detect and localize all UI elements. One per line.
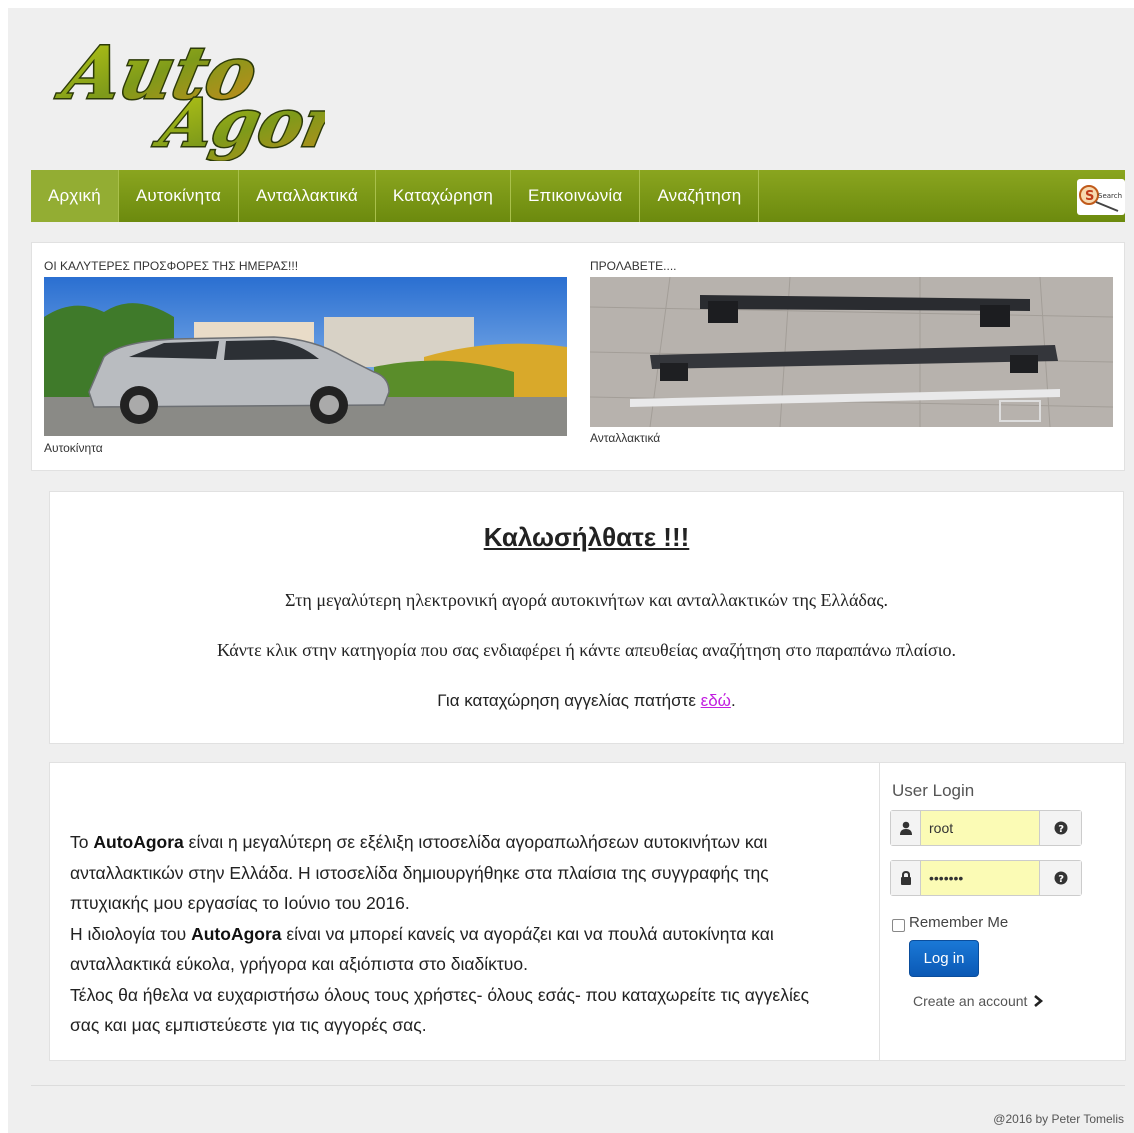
nav-item-post-ad[interactable]: Καταχώρηση <box>376 170 511 222</box>
nav-item-home[interactable]: Αρχική <box>31 170 119 222</box>
about-p3: Τέλος θα ήθελα να ευχαριστήσω όλους τους… <box>70 984 810 1036</box>
create-account-link[interactable]: Create an account <box>913 993 1045 1009</box>
logo-graphic: Auto Agora <box>49 30 391 163</box>
about-panel: Το AutoAgora είναι η μεγαλύτερη σε εξέλι… <box>49 762 1126 1061</box>
offers-left-title: ΟΙ ΚΑΛΥΤΕΡΕΣ ΠΡΟΣΦΟΡΕΣ ΤΗΣ ΗΜΕΡΑΣ!!! <box>44 259 299 273</box>
nav-item-search[interactable]: Αναζήτηση <box>640 170 760 222</box>
offers-panel: ΟΙ ΚΑΛΥΤΕΡΕΣ ΠΡΟΣΦΟΡΕΣ ΤΗΣ ΗΜΕΡΑΣ!!! Αυτ… <box>31 242 1125 471</box>
offers-right-title: ΠΡΟΛΑΒΕΤΕ.... <box>590 259 677 273</box>
lock-icon <box>891 861 921 895</box>
chevron-right-icon <box>1034 995 1044 1007</box>
welcome-line-1: Στη μεγαλύτερη ηλεκτρονική αγορά αυτοκιν… <box>285 590 888 610</box>
footer-text: @2016 by Peter Tomelis <box>993 1112 1124 1126</box>
about-p2-prefix: Η ιδιολογία του <box>70 923 192 944</box>
svg-text:?: ? <box>1058 874 1064 885</box>
search-icon: S Search <box>1079 185 1122 212</box>
user-icon <box>891 811 921 845</box>
login-title: User Login <box>892 781 975 800</box>
welcome-line-2: Κάντε κλικ στην κατηγορία που σας ενδιαφ… <box>216 640 957 660</box>
parts-image[interactable] <box>590 277 1113 427</box>
site-logo[interactable]: Auto Agora <box>49 16 391 163</box>
nav-item-contact[interactable]: Επικοινωνία <box>511 170 641 222</box>
password-field[interactable]: ••••••• ? <box>890 860 1082 896</box>
footer-divider <box>31 1085 1125 1086</box>
welcome-line-3-prefix: Για καταχώρηση αγγελίας πατήστε <box>437 691 701 710</box>
post-ad-link[interactable]: εδώ <box>701 691 731 710</box>
welcome-panel: Καλωσήλθατε !!! Στη μεγαλύτερη ηλεκτρονι… <box>49 491 1124 744</box>
welcome-line-3: Για καταχώρηση αγγελίας πατήστε εδώ. <box>50 691 1123 711</box>
welcome-line-3-suffix: . <box>730 691 736 710</box>
create-account-label: Create an account <box>913 993 1028 1009</box>
nav-item-parts[interactable]: Ανταλλακτικά <box>239 170 376 222</box>
search-button[interactable]: S Search <box>1077 179 1125 215</box>
page: Auto Agora Αρχική Αυτοκίνητα Ανταλλακτικ… <box>8 8 1134 1133</box>
brand-name: AutoAgora <box>93 832 184 852</box>
username-input[interactable]: root <box>921 811 1039 845</box>
nav-item-cars[interactable]: Αυτοκίνητα <box>119 170 239 222</box>
login-box: User Login root ? ••••••• ? Remember Me … <box>879 763 1125 1060</box>
search-icon-label: Search <box>1098 192 1122 200</box>
password-help-icon[interactable]: ? <box>1039 861 1081 895</box>
svg-text:S: S <box>1085 189 1094 204</box>
car-image[interactable] <box>44 277 567 436</box>
username-help-icon[interactable]: ? <box>1039 811 1081 845</box>
username-field[interactable]: root ? <box>890 810 1082 846</box>
offers-right-caption[interactable]: Ανταλλακτικά <box>590 431 660 445</box>
password-input[interactable]: ••••••• <box>921 861 1039 895</box>
svg-text:?: ? <box>1058 824 1064 835</box>
about-p1-prefix: Το <box>70 832 94 852</box>
welcome-heading: Καλωσήλθατε !!! <box>483 522 690 552</box>
remember-label: Remember Me <box>909 914 1009 931</box>
remember-checkbox[interactable] <box>892 919 905 932</box>
main-nav: Αρχική Αυτοκίνητα Ανταλλακτικά Καταχώρησ… <box>31 170 1125 222</box>
brand-name: AutoAgora <box>191 923 282 944</box>
remember-me[interactable]: Remember Me <box>892 913 1008 932</box>
about-text: Το AutoAgora είναι η μεγαλύτερη σε εξέλι… <box>70 827 840 1041</box>
offers-left-caption[interactable]: Αυτοκίνητα <box>44 441 103 455</box>
logo-text-agora: Agora <box>148 84 325 161</box>
login-button[interactable]: Log in <box>909 940 979 977</box>
